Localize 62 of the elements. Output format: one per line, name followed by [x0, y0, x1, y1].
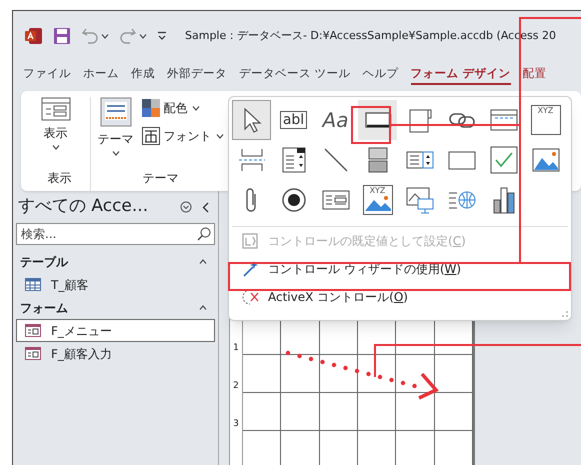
control-tool[interactable] [358, 100, 397, 140]
ribbon-tab[interactable]: 作成 [131, 64, 155, 86]
ribbon-tab[interactable]: ファイル [23, 64, 71, 86]
pane-title: すべての Acce... [18, 195, 148, 218]
ribbon-button[interactable]: 表示 [40, 97, 70, 150]
ruler-number: 1 [233, 343, 239, 353]
ruler-number: 3 [233, 419, 239, 429]
theme-icon [100, 97, 132, 127]
caret-icon [216, 134, 224, 138]
ribbon-tab[interactable]: ヘルプ [362, 64, 399, 86]
caret-icon [52, 145, 60, 150]
search-icon[interactable] [197, 227, 211, 241]
redo-caret-icon [139, 34, 147, 38]
ribbon-button[interactable]: 配色 [142, 99, 224, 117]
resize-grip-icon[interactable] [562, 311, 568, 317]
group-label: 表示 [48, 170, 72, 187]
group-header[interactable]: フォーム [20, 298, 68, 316]
form-icon [25, 324, 41, 337]
caret-icon [112, 151, 120, 156]
caret-icon [192, 106, 200, 110]
menu-item[interactable]: コントロール ウィザードの使用(W) [232, 255, 568, 283]
menu-item[interactable]: ActiveX コントロール(O) [232, 283, 568, 311]
text-box-icon: abl [280, 111, 308, 129]
label-icon: Aa [322, 105, 348, 135]
ribbon-button[interactable]: テーマ [98, 97, 134, 156]
save-icon[interactable] [53, 27, 71, 45]
ruler-number: 2 [233, 381, 239, 391]
ribbon-button[interactable]: フォント [142, 127, 224, 145]
app-logo-icon [25, 27, 43, 45]
form-icon [25, 347, 41, 360]
group-label: テーマ [142, 170, 178, 187]
ribbon-tab[interactable]: 外部データ [167, 64, 227, 86]
ribbon-tab[interactable]: データベース ツール [239, 64, 351, 86]
highlight-frame [351, 106, 391, 144]
image-frame-icon: XYZ [362, 185, 392, 215]
control-tool[interactable]: Aa [316, 100, 355, 140]
customize-toolbar-icon[interactable] [157, 31, 167, 41]
group-header[interactable]: テーブル [20, 252, 68, 270]
color-scheme-icon [142, 99, 160, 117]
nav-item[interactable]: F_メニュー [16, 319, 215, 342]
magic-wand-icon [242, 260, 260, 278]
table-icon [25, 278, 41, 291]
chart-object-icon [404, 185, 434, 215]
control-tool[interactable] [232, 100, 271, 140]
undo-caret-icon [101, 34, 109, 38]
frame-icon: XYZ [530, 105, 560, 135]
form-view-icon [40, 97, 70, 121]
pane-menu-icon[interactable] [180, 201, 192, 213]
nav-item[interactable]: F_顧客入力 [16, 342, 215, 365]
control-tool[interactable]: XYZ [358, 180, 397, 220]
collapse-pane-icon[interactable] [202, 202, 209, 212]
activex-icon [242, 288, 260, 306]
control-tool[interactable]: XYZ [526, 100, 565, 140]
ribbon-tab[interactable]: 配置 [522, 64, 547, 86]
set-default-icon [242, 232, 260, 250]
control-tool[interactable]: abl [274, 100, 313, 140]
search-field[interactable]: 検索... [16, 223, 215, 245]
font-icon [142, 127, 160, 145]
nav-item[interactable]: T_顧客 [16, 273, 215, 296]
ribbon-tab[interactable]: フォーム デザイン [410, 64, 511, 86]
ribbon-tab[interactable]: ホーム [83, 64, 119, 86]
check-box-icon [488, 145, 518, 175]
